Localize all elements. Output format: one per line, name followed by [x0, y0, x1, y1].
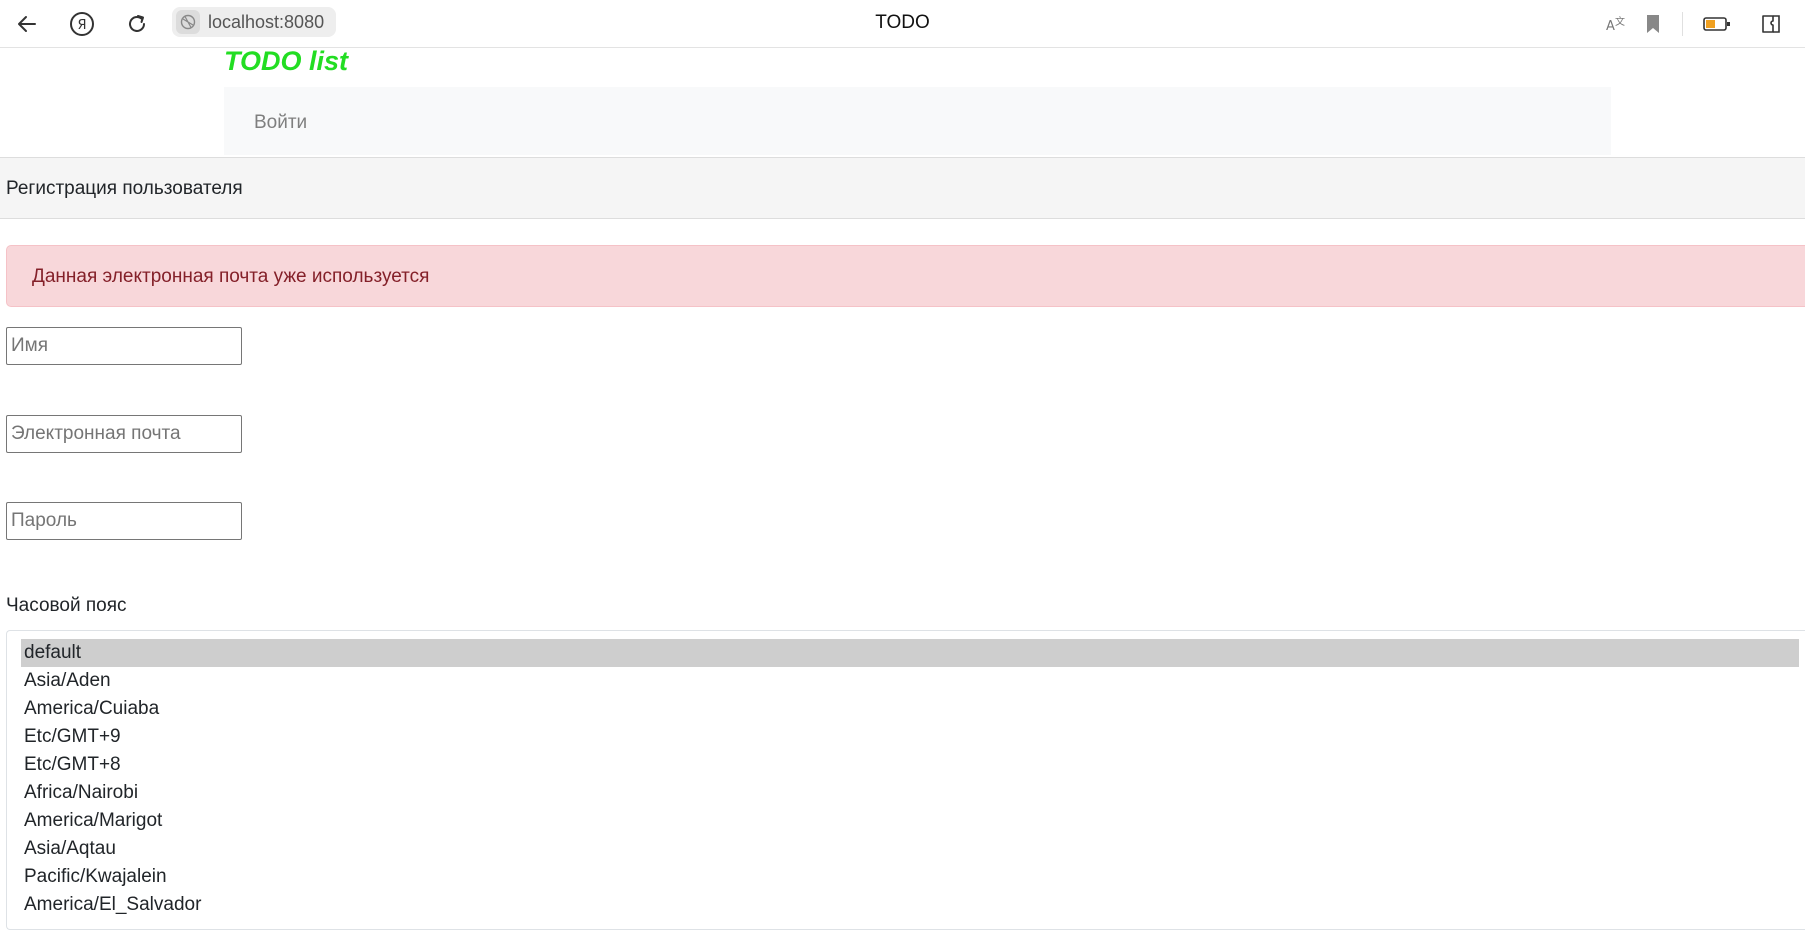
section-header: Регистрация пользователя	[0, 157, 1805, 219]
section-title: Регистрация пользователя	[6, 178, 243, 199]
alert-message: Данная электронная почта уже используетс…	[32, 266, 430, 287]
login-link[interactable]: Войти	[254, 112, 307, 134]
password-input[interactable]	[6, 502, 242, 540]
name-input[interactable]	[6, 327, 242, 365]
timezone-option[interactable]: Pacific/Kwajalein	[21, 863, 1791, 891]
reload-icon[interactable]	[122, 9, 152, 39]
timezone-option[interactable]: Asia/Aqtau	[21, 835, 1791, 863]
navbar: Войти	[224, 87, 1611, 155]
address-text: localhost:8080	[208, 11, 325, 32]
yandex-logo-icon[interactable]: Я	[67, 9, 97, 39]
timezone-option[interactable]: America/Cuiaba	[21, 695, 1791, 723]
bookmark-icon[interactable]	[1640, 9, 1666, 39]
toolbar-divider	[1682, 12, 1683, 36]
svg-text:Я: Я	[77, 18, 86, 33]
timezone-option[interactable]: Asia/Aden	[21, 667, 1791, 695]
timezone-option[interactable]: America/Marigot	[21, 807, 1791, 835]
email-input[interactable]	[6, 415, 242, 453]
battery-icon[interactable]	[1700, 9, 1734, 39]
address-bar[interactable]: localhost:8080	[172, 7, 337, 37]
extensions-icon[interactable]	[1756, 9, 1786, 39]
brand-title[interactable]: TODO list	[224, 46, 348, 77]
svg-text:文: 文	[1615, 15, 1625, 28]
error-alert: Данная электронная почта уже используетс…	[6, 245, 1805, 307]
timezone-option[interactable]: Etc/GMT+8	[21, 751, 1791, 779]
browser-toolbar: Я localhost:8080 TODO A文	[0, 0, 1805, 48]
timezone-option[interactable]: America/El_Salvador	[21, 891, 1791, 919]
site-info-icon[interactable]	[176, 10, 200, 34]
translate-icon[interactable]: A文	[1604, 9, 1630, 39]
timezone-label: Часовой пояс	[6, 595, 127, 616]
timezone-option[interactable]: Etc/GMT+9	[21, 723, 1791, 751]
back-arrow-icon[interactable]	[12, 9, 42, 39]
timezone-listbox[interactable]: default Asia/Aden America/Cuiaba Etc/GMT…	[6, 630, 1805, 930]
svg-text:A: A	[1606, 19, 1615, 34]
timezone-option[interactable]: Africa/Nairobi	[21, 779, 1791, 807]
timezone-option[interactable]: default	[21, 639, 1799, 667]
